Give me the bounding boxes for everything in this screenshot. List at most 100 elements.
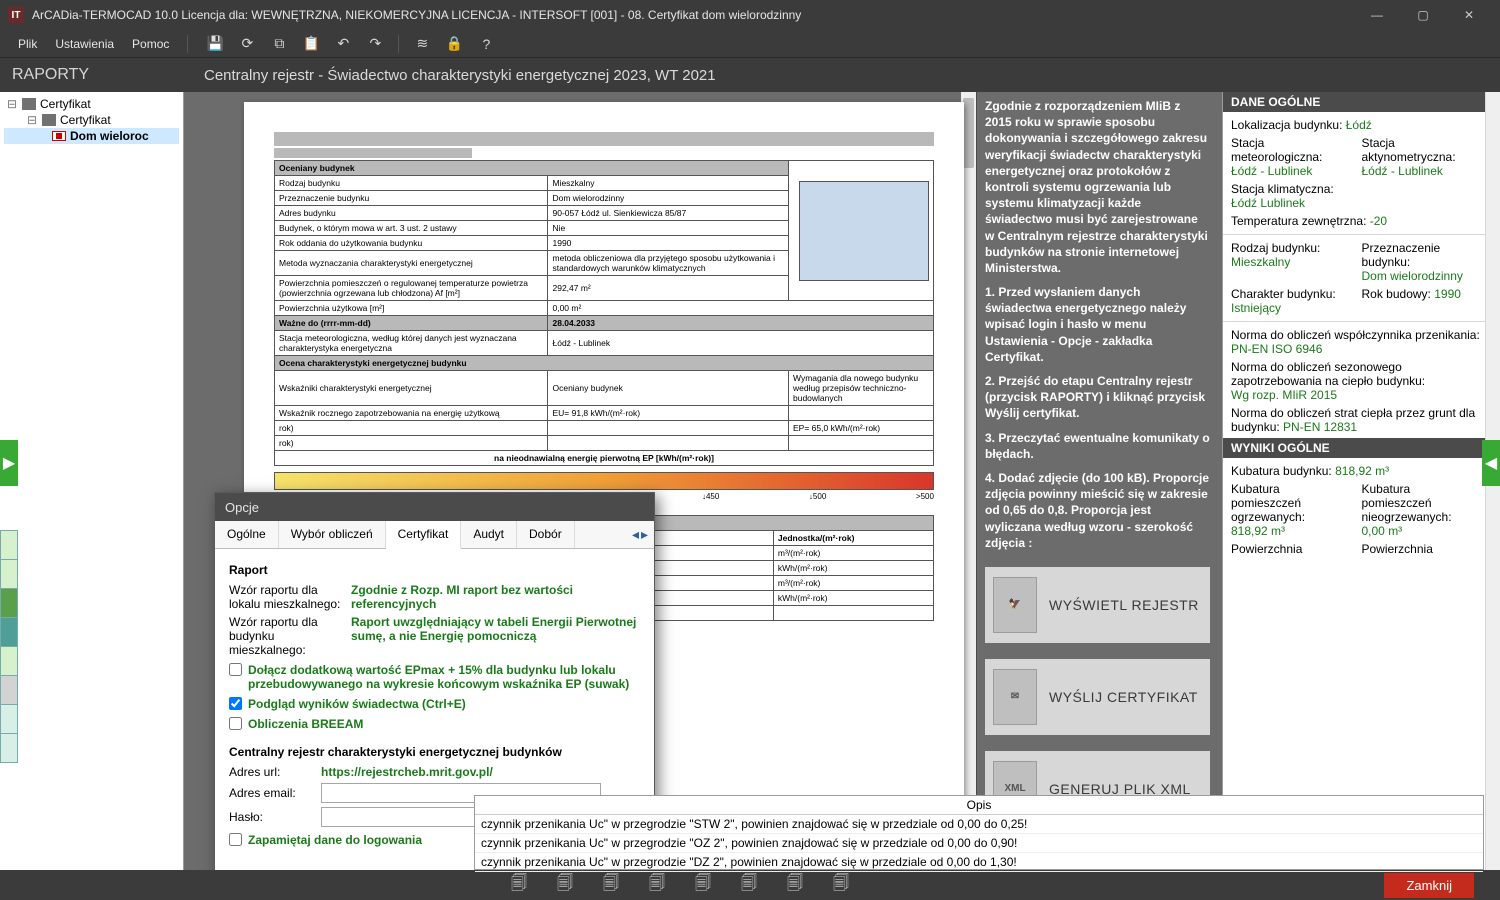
layers-icon[interactable]: ≋ [413,35,431,53]
side-tab-6[interactable] [0,675,18,705]
registry-icon: 🦅 [993,577,1037,633]
status-doc6-icon[interactable]: 🗐 [728,872,770,899]
status-doc4-icon[interactable]: 🗐 [636,872,678,899]
status-doc1-icon[interactable]: 🗐 [498,872,540,899]
minimize-button[interactable]: — [1354,0,1400,30]
copy-icon[interactable]: ⧉ [270,35,288,53]
options-title: Opcje [215,493,654,521]
info-step2: 2. Przejść do etapu Centralny rejestr (p… [985,373,1210,422]
options-tabs: Ogólne Wybór obliczeń Certyfikat Audyt D… [215,521,654,549]
value-template-flat: Zgodnie z Rozp. MI raport bez wartości r… [351,583,640,611]
lock-icon[interactable]: 🔒 [445,35,463,53]
label-url: Adres url: [229,765,311,779]
checkbox-remember[interactable] [229,833,242,846]
tree-collapse-icon[interactable]: ⊟ [6,97,18,111]
menu-file[interactable]: Plik [18,37,37,51]
breadcrumb: Centralny rejestr - Świadectwo charakter… [204,67,716,84]
paste-icon[interactable]: 📋 [302,35,320,53]
tab-general[interactable]: Ogólne [215,521,279,548]
tree-child[interactable]: ⊟ Certyfikat [4,112,179,128]
checkbox-preview-label: Podgląd wyników świadectwa (Ctrl+E) [248,697,466,711]
help-icon[interactable]: ? [477,35,495,53]
value-template-building: Raport uwzględniający w tabeli Energii P… [351,615,640,657]
instructions-panel: Zgodnie z rozporządzeniem MIiB z 2015 ro… [976,92,1222,870]
checkbox-preview[interactable] [229,697,242,710]
info-step1: 1. Przed wysłaniem danych świadectwa ene… [985,284,1210,365]
menu-divider [187,35,188,53]
location-value: Łódź [1346,118,1372,132]
info-step4: 4. Dodać zdjęcie (do 100 kB). Proporcje … [985,470,1210,551]
status-doc7-icon[interactable]: 🗐 [774,872,816,899]
show-registry-button[interactable]: 🦅 WYŚWIETL REJESTR [985,567,1210,643]
folder-icon [22,98,36,110]
label-template-building: Wzór raportu dla budynku mieszkalnego: [229,615,341,657]
sub-header: RAPORTY Centralny rejestr - Świadectwo c… [0,58,1500,92]
side-tab-5[interactable] [0,646,18,676]
toolbar: 💾 ⟳ ⧉ 📋 ↶ ↷ ≋ 🔒 ? [206,35,495,53]
messages-header: Opis [475,796,1483,815]
section-registry: Centralny rejestr charakterystyki energe… [229,745,640,759]
side-tab-8[interactable] [0,733,18,763]
menu-help[interactable]: Pomoc [132,37,169,51]
label-template-flat: Wzór raportu dla lokalu mieszkalnego: [229,583,341,611]
tree-root[interactable]: ⊟ Certyfikat [4,96,179,112]
value-url: https://rejestrcheb.mrit.gov.pl/ [321,765,493,779]
close-button[interactable]: ✕ [1446,0,1492,30]
info-step3: 3. Przeczytać ewentualne komunikaty o bł… [985,430,1210,462]
send-certificate-button[interactable]: ✉ WYŚLIJ CERTYFIKAT [985,659,1210,735]
redo-icon[interactable]: ↷ [366,35,384,53]
status-doc5-icon[interactable]: 🗐 [682,872,724,899]
undo-icon[interactable]: ↶ [334,35,352,53]
tabs-scroll-left-icon[interactable]: ◂ [632,526,639,543]
checkbox-breeam-label: Obliczenia BREEAM [248,717,363,731]
refresh-icon[interactable]: ⟳ [238,35,256,53]
status-doc8-icon[interactable]: 🗐 [820,872,862,899]
statusbar: 🗐 🗐 🗐 🗐 🗐 🗐 🗐 🗐 Zamknij [0,870,1500,900]
send-certificate-label: WYŚLIJ CERTYFIKAT [1049,689,1198,705]
window-title: ArCADia-TERMOCAD 10.0 Licencja dla: WEWN… [32,8,1354,22]
message-row[interactable]: czynnik przenikania Uc" w przegrodzie "S… [475,815,1483,834]
message-row[interactable]: czynnik przenikania Uc" w przegrodzie "D… [475,853,1483,872]
message-row[interactable]: czynnik przenikania Uc" w przegrodzie "O… [475,834,1483,853]
titlebar: IT ArCADia-TERMOCAD 10.0 Licencja dla: W… [0,0,1500,30]
status-doc2-icon[interactable]: 🗐 [544,872,586,899]
right-flyout-tab[interactable]: ◀ [1482,440,1500,486]
toolbar-divider [398,35,399,53]
tree-root-label: Certyfikat [40,97,91,111]
checkbox-breeam[interactable] [229,717,242,730]
status-doc3-icon[interactable]: 🗐 [590,872,632,899]
checkbox-epmax[interactable] [229,663,242,676]
tab-audit[interactable]: Audyt [461,521,517,548]
left-flyout-tab[interactable]: ▶ [0,440,18,486]
left-color-tabs [0,530,18,762]
label-email: Adres email: [229,786,311,800]
document-viewport: Oceniany budynek Rodzaj budynkuMieszkaln… [184,92,976,870]
side-tab-4[interactable] [0,617,18,647]
flag-icon [52,131,66,141]
tree-child-label: Certyfikat [60,113,111,127]
tab-certificate[interactable]: Certyfikat [386,521,462,549]
label-password: Hasło: [229,810,311,824]
ep-gradient-bar [274,472,934,490]
app-icon: IT [8,7,24,23]
menu-settings[interactable]: Ustawienia [55,37,114,51]
tree-leaf[interactable]: Dom wieloroc [4,128,179,144]
side-tab-7[interactable] [0,704,18,734]
tab-selection[interactable]: Dobór [517,521,575,548]
show-registry-label: WYŚWIETL REJESTR [1049,597,1199,613]
tab-calc-choice[interactable]: Wybór obliczeń [279,521,386,548]
tree-leaf-label: Dom wieloroc [70,129,149,143]
building-photo [799,181,929,281]
side-tab-1[interactable] [0,530,18,560]
messages-grid: Opis czynnik przenikania Uc" w przegrodz… [474,795,1484,870]
close-report-button[interactable]: Zamknij [1384,873,1474,898]
tree-collapse-icon[interactable]: ⊟ [26,113,38,127]
side-tab-2[interactable] [0,559,18,589]
sidebar: ⊟ Certyfikat ⊟ Certyfikat Dom wieloroc [0,92,184,870]
save-icon[interactable]: 💾 [206,35,224,53]
menubar: Plik Ustawienia Pomoc 💾 ⟳ ⧉ 📋 ↶ ↷ ≋ 🔒 ? [0,30,1500,58]
side-tab-3[interactable] [0,588,18,618]
maximize-button[interactable]: ▢ [1400,0,1446,30]
tabs-scroll-right-icon[interactable]: ▸ [641,526,648,543]
project-tree: ⊟ Certyfikat ⊟ Certyfikat Dom wieloroc [0,92,183,148]
